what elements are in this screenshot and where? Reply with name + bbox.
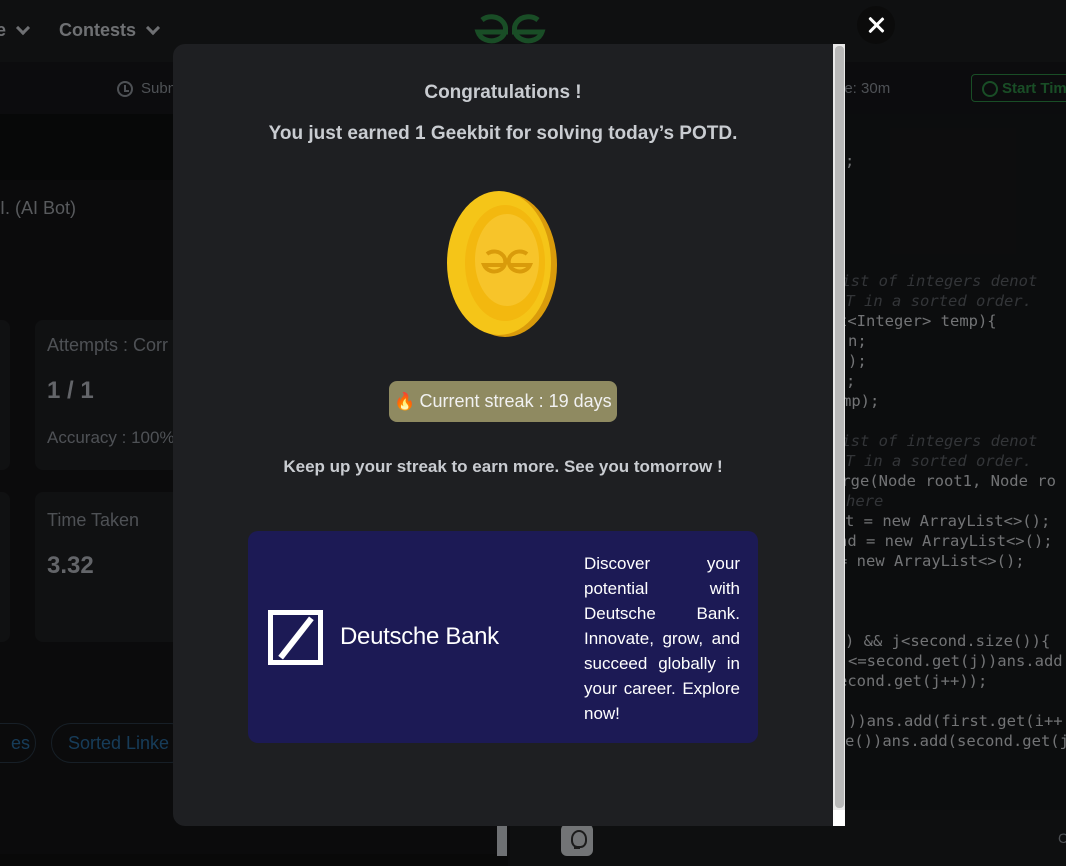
- geekbit-coin-icon: [447, 191, 557, 337]
- streak-label: Current streak : 19 days: [419, 391, 612, 411]
- deutsche-bank-logo-icon: [268, 610, 323, 665]
- fire-icon: 🔥: [394, 391, 416, 411]
- modal-subtitle: You just earned 1 Geekbit for solving to…: [268, 123, 738, 144]
- ad-copy: Discover your potential with Deutsche Ba…: [584, 554, 740, 723]
- close-modal-button[interactable]: [857, 6, 895, 44]
- potd-reward-modal: Congratulations ! You just earned 1 Geek…: [173, 44, 845, 826]
- ad-brand-name: Deutsche Bank: [340, 623, 499, 650]
- modal-scrollbar-end: [833, 810, 845, 826]
- current-streak-badge: 🔥 Current streak : 19 days: [389, 381, 617, 422]
- sponsor-ad-banner[interactable]: Deutsche Bank Discover your potential wi…: [248, 531, 758, 743]
- keep-up-message: Keep up your streak to earn more. See yo…: [283, 457, 723, 476]
- modal-title: Congratulations !: [424, 82, 582, 103]
- modal-scrollbar-thumb[interactable]: [835, 46, 844, 808]
